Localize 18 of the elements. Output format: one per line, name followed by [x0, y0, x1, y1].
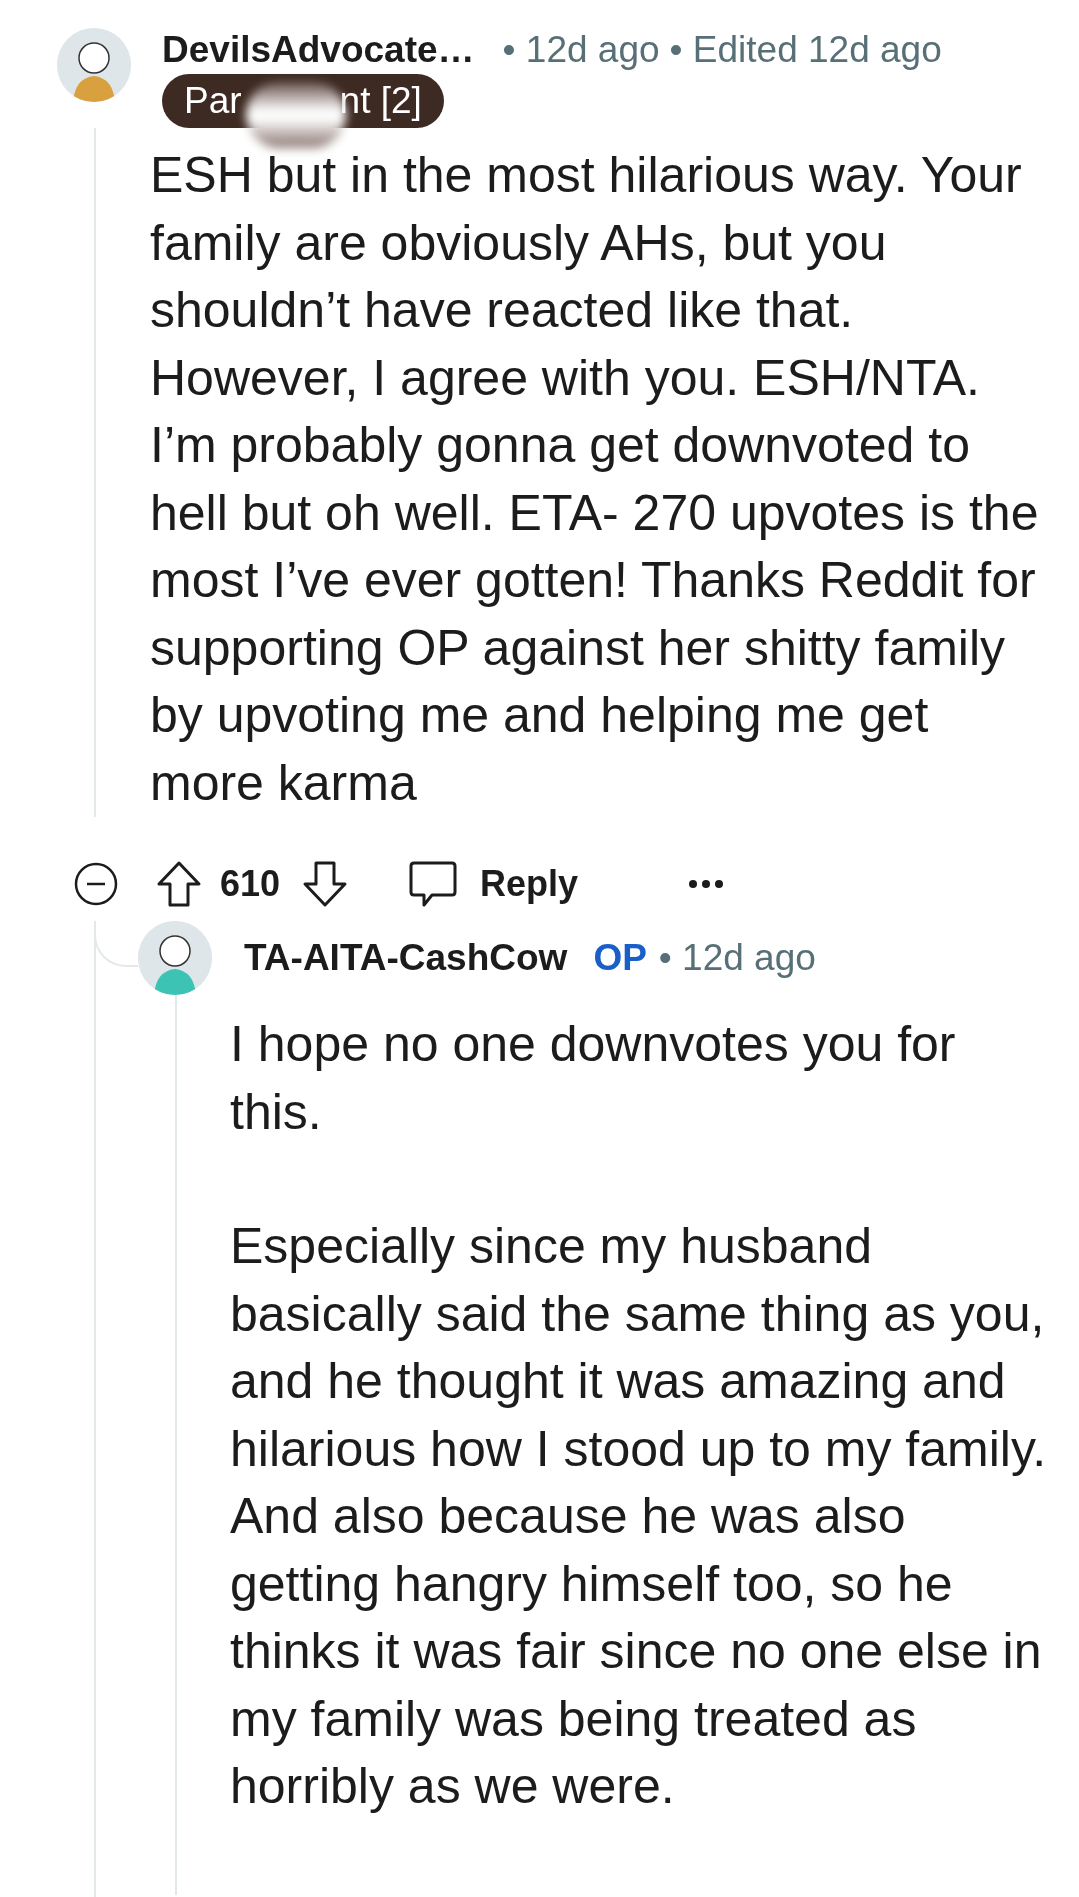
more-options-button[interactable]: [688, 879, 725, 889]
comment-text: Especially since my husband basically said the same thing as you, and he thought it was amazing and hilarious how I stood up to my family. And also because he was also getting hangry himself too, so he thinks it was fair since no one else in my family was being treated as horribly as we were.: [230, 1217, 1048, 1816]
speech-bubble-icon: [408, 859, 459, 909]
collapse-button[interactable]: [74, 862, 118, 906]
flair-text: Par: [184, 79, 242, 124]
upvote-button[interactable]: [156, 860, 202, 908]
op-label: OP: [593, 936, 647, 980]
comment-text: ESH but in the most hilarious way. Your family are obviously AHs, but you shouldn’t have reacted like that. However, I agree with you. ESH/NTA. I’m probably gonna get downvoted to hell but oh well. ETA- 270 upvotes is the most I’ve ever gotten! Thanks Reddit for supporting OP against her shitty family by upvoting me and helping me get more karma: [150, 146, 1040, 813]
reply-button[interactable]: Reply: [408, 857, 579, 911]
downvote-button[interactable]: [302, 860, 349, 908]
edited-label: • Edited 12d ago: [669, 28, 942, 72]
comment-text: I hope no one downvotes you for this.: [230, 1015, 957, 1142]
username[interactable]: DevilsAdvocate…: [162, 28, 475, 72]
timestamp: • 12d ago: [658, 936, 816, 980]
flair-text: nt [2]: [339, 79, 422, 124]
username[interactable]: TA-AITA-CashCow: [244, 936, 568, 980]
timestamp: • 12d ago: [502, 28, 660, 72]
vote-count: 610: [220, 862, 281, 906]
